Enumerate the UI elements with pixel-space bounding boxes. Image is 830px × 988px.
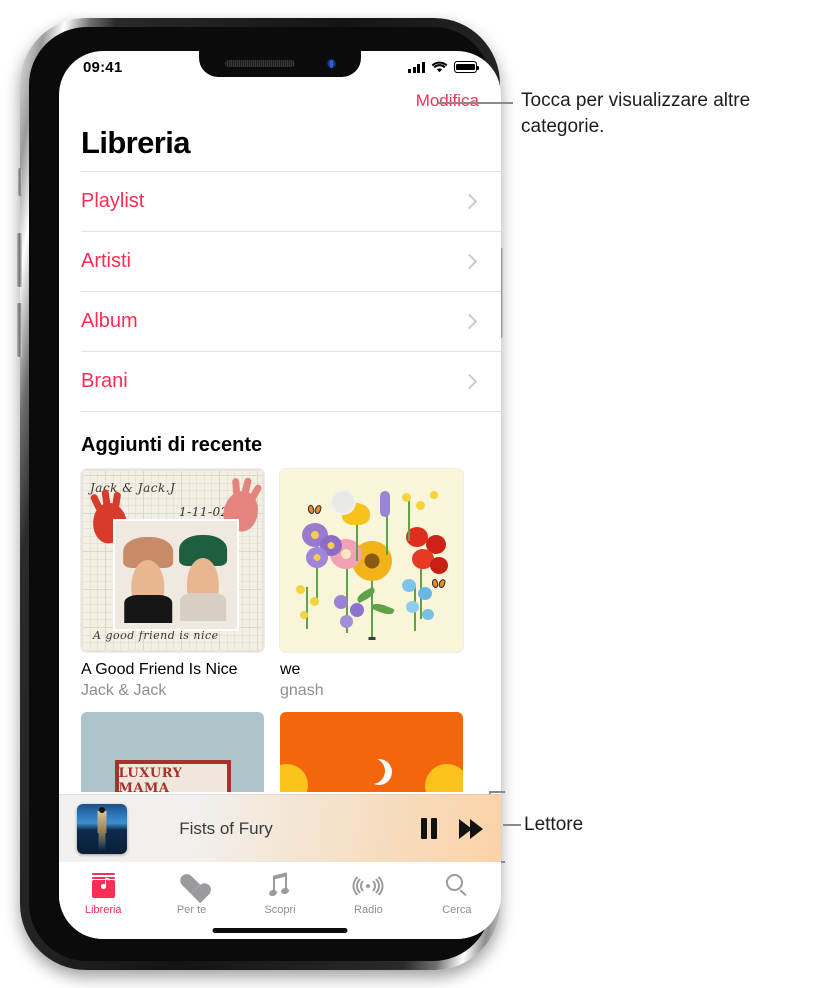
sidebar-item-artisti[interactable]: Artisti <box>81 231 501 291</box>
row-label: Artisti <box>81 250 131 272</box>
album-artwork-partial[interactable]: LUXURY MAMA <box>81 712 264 792</box>
music-note-icon <box>268 871 291 899</box>
album-card[interactable]: Jack & Jack.J 1-11-02 A good friend is n… <box>81 469 264 700</box>
row-label: Brani <box>81 370 128 392</box>
row-label: Playlist <box>81 190 145 212</box>
album-artist: gnash <box>280 682 324 699</box>
recently-added-grid-row2: LUXURY MAMA <box>59 700 501 792</box>
pause-icon[interactable] <box>421 818 437 839</box>
status-bar-icons <box>408 61 480 73</box>
tab-radio[interactable]: Radio <box>324 871 412 916</box>
tab-cerca[interactable]: Cerca <box>413 872 501 916</box>
now-playing-artwork[interactable] <box>77 803 127 854</box>
volume-up-button[interactable] <box>17 233 22 287</box>
album-artwork-partial[interactable] <box>280 712 463 792</box>
section-title: Aggiunti di recente <box>81 434 263 456</box>
iphone-device-frame: 09:41 Modifica Libreria Playlist Artisti… <box>17 18 503 970</box>
tab-label: Scopri <box>264 904 296 916</box>
chevron-right-icon <box>461 313 478 330</box>
status-bar-clock: 09:41 <box>83 58 123 76</box>
home-indicator[interactable] <box>212 928 348 933</box>
album-artwork[interactable] <box>280 469 463 652</box>
child-left <box>121 531 175 623</box>
chevron-right-icon <box>461 373 478 390</box>
search-icon <box>445 872 469 899</box>
callout-leader-line-player <box>503 824 521 826</box>
mini-player[interactable]: Fists of Fury <box>59 794 501 862</box>
tab-libreria[interactable]: Libreria <box>59 872 147 916</box>
radio-waves-icon <box>352 871 384 900</box>
sidebar-item-brani[interactable]: Brani <box>81 351 501 412</box>
library-icon <box>91 872 115 899</box>
tab-label: Libreria <box>84 904 122 916</box>
butterfly-icon <box>430 578 447 589</box>
butterfly-icon <box>306 504 323 515</box>
callout-leader-line-edit <box>437 102 513 104</box>
sidebar-item-album[interactable]: Album <box>81 291 501 351</box>
recently-added-grid: Jack & Jack.J 1-11-02 A good friend is n… <box>59 469 501 700</box>
wifi-icon <box>431 61 448 73</box>
mute-switch[interactable] <box>18 168 22 196</box>
chevron-right-icon <box>461 253 478 270</box>
callout-text-player: Lettore <box>524 814 584 835</box>
nav-bar: Modifica <box>59 81 501 121</box>
front-camera-icon <box>326 58 337 69</box>
heart-icon <box>177 871 204 899</box>
album-card[interactable]: we gnash <box>280 469 463 700</box>
row-label: Album <box>81 310 138 332</box>
album-title: A Good Friend Is Nice <box>81 661 238 678</box>
volume-down-button[interactable] <box>17 303 22 357</box>
album-title: we <box>280 661 301 678</box>
phone-screen: 09:41 Modifica Libreria Playlist Artisti… <box>59 51 501 939</box>
tab-per-te[interactable]: Per te <box>147 871 235 916</box>
notch <box>199 51 361 77</box>
signal-bars-icon <box>408 61 425 73</box>
library-category-list: Playlist Artisti Album Brani <box>59 171 501 412</box>
tab-label: Radio <box>354 904 383 916</box>
battery-icon <box>454 61 480 73</box>
tab-label: Cerca <box>442 904 472 916</box>
sidebar-item-playlist[interactable]: Playlist <box>81 171 501 231</box>
callout-text-edit: Tocca per visualizzare altre categorie. <box>521 90 751 138</box>
edit-button[interactable]: Modifica <box>416 91 479 111</box>
album-artist: Jack & Jack <box>81 682 167 699</box>
chevron-right-icon <box>461 193 478 210</box>
player-controls <box>421 818 483 839</box>
album-artwork[interactable]: Jack & Jack.J 1-11-02 A good friend is n… <box>81 469 264 652</box>
page-title: Libreria <box>81 125 191 160</box>
artwork-label: LUXURY MAMA <box>114 760 231 792</box>
tab-scopri[interactable]: Scopri <box>236 871 324 916</box>
fast-forward-icon[interactable] <box>459 818 483 839</box>
child-right <box>177 529 229 621</box>
now-playing-title: Fists of Fury <box>179 818 273 838</box>
artwork-handwriting-date: 1-11-02 <box>179 505 229 519</box>
earpiece-speaker <box>225 60 295 67</box>
tab-label: Per te <box>176 904 207 916</box>
